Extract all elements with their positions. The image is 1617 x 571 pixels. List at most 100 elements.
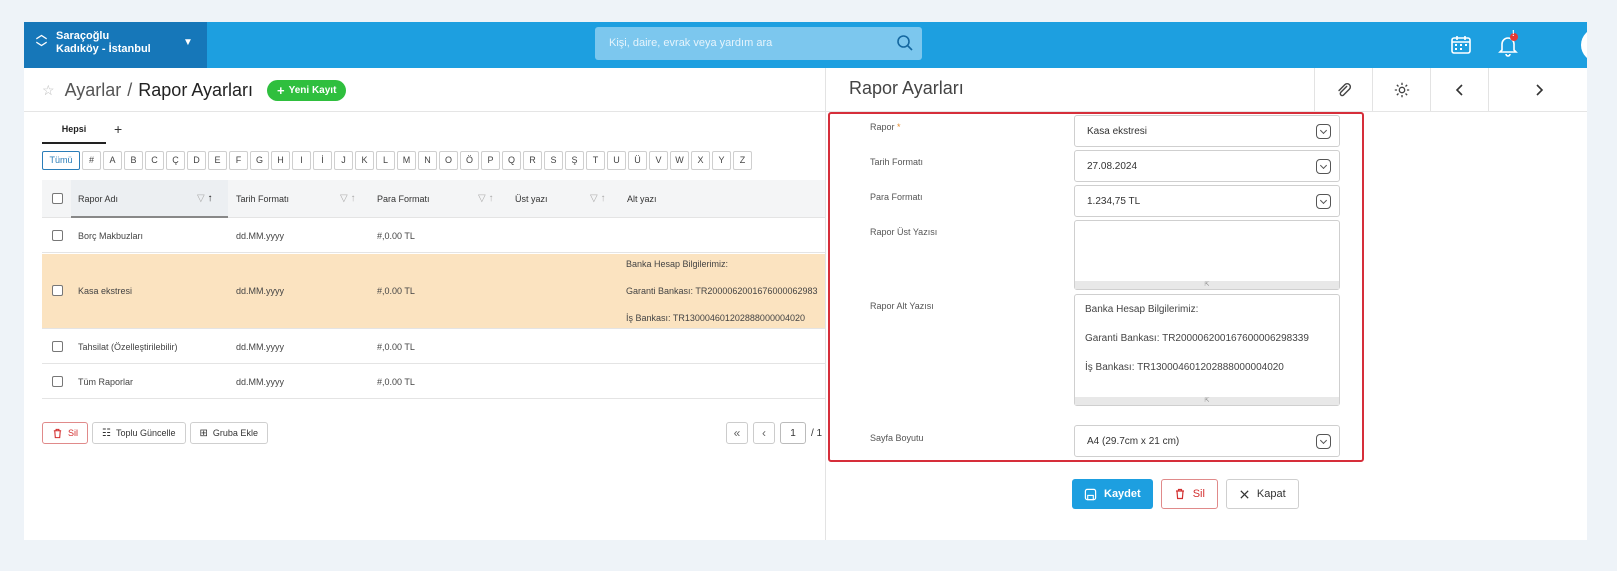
- letter-filter-item[interactable]: L: [376, 151, 395, 170]
- letter-filter-item[interactable]: F: [229, 151, 248, 170]
- footer-line: İş Bankası: TR130004601202888000004020: [1085, 362, 1284, 373]
- row-checkbox[interactable]: [52, 376, 63, 387]
- letter-filter-item[interactable]: B: [124, 151, 143, 170]
- letter-filter-item[interactable]: H: [271, 151, 290, 170]
- table-row-selected[interactable]: Kasa ekstresi dd.MM.yyyy #,0.00 TL Banka…: [42, 254, 850, 329]
- row-checkbox[interactable]: [52, 285, 63, 296]
- search-box[interactable]: Kişi, daire, evrak veya yardım ara: [595, 27, 922, 60]
- letter-filter-item[interactable]: C: [145, 151, 164, 170]
- bulk-action-bar: Sil ☷ Toplu Güncelle ⊞ Gruba Ekle: [42, 422, 272, 444]
- breadcrumb-parent[interactable]: Ayarlar: [65, 80, 122, 101]
- sort-icon[interactable]: ↑: [600, 193, 605, 204]
- letter-filter-item[interactable]: O: [439, 151, 458, 170]
- bell-icon[interactable]: [1496, 33, 1520, 57]
- tab-all[interactable]: Hepsi: [42, 120, 106, 144]
- sort-asc-icon[interactable]: ↑: [207, 193, 212, 204]
- letter-filter-item[interactable]: Z: [733, 151, 752, 170]
- filter-sort-icons[interactable]: ▽ ↑: [590, 180, 605, 217]
- bulk-update-button[interactable]: ☷ Toplu Güncelle: [92, 422, 186, 444]
- table-row[interactable]: Tahsilat (Özelleştirilebilir) dd.MM.yyyy…: [42, 330, 850, 364]
- delete-button[interactable]: Sil: [42, 422, 89, 444]
- letter-filter-item[interactable]: E: [208, 151, 227, 170]
- column-header-date[interactable]: Tarih Formatı: [236, 180, 289, 217]
- star-icon[interactable]: ☆: [42, 82, 55, 99]
- pagination: « ‹ 1 / 1: [726, 422, 822, 444]
- prev-page-button[interactable]: ‹: [753, 422, 775, 444]
- sort-icon[interactable]: ↑: [488, 193, 493, 204]
- settings-button[interactable]: [1372, 68, 1430, 112]
- letter-filter-item[interactable]: Ö: [460, 151, 479, 170]
- letter-filter-item[interactable]: A: [103, 151, 122, 170]
- filter-icon[interactable]: ▽: [197, 193, 205, 204]
- letter-filter-item[interactable]: N: [418, 151, 437, 170]
- money-format-select[interactable]: 1.234,75 TL: [1074, 185, 1340, 217]
- add-tab-button[interactable]: +: [114, 120, 122, 138]
- page-input[interactable]: 1: [780, 422, 806, 444]
- page-size-select[interactable]: A4 (29.7cm x 21 cm): [1074, 425, 1340, 457]
- letter-filter-item[interactable]: U: [607, 151, 626, 170]
- letter-filter-item[interactable]: P: [481, 151, 500, 170]
- letter-filter-item[interactable]: S: [544, 151, 563, 170]
- column-header-money[interactable]: Para Formatı: [377, 180, 430, 217]
- filter-icon[interactable]: ▽: [590, 193, 598, 204]
- first-page-button[interactable]: «: [726, 422, 748, 444]
- date-format-select[interactable]: 27.08.2024: [1074, 150, 1340, 182]
- letter-filter-item[interactable]: G: [250, 151, 269, 170]
- letter-filter-item[interactable]: R: [523, 151, 542, 170]
- filter-icon[interactable]: ▽: [340, 193, 348, 204]
- resize-handle[interactable]: ⇱: [1075, 397, 1339, 405]
- search-icon[interactable]: [896, 34, 914, 52]
- filter-sort-icons[interactable]: ▽ ↑: [197, 180, 212, 217]
- company-selector[interactable]: ︿ ﹀ Saraçoğlu Kadıköy - İstanbul ▼: [24, 22, 207, 68]
- top-bar: ︿ ﹀ Saraçoğlu Kadıköy - İstanbul ▼ Kişi, …: [24, 22, 1587, 68]
- letter-filter-item[interactable]: Ü: [628, 151, 647, 170]
- letter-filter-item[interactable]: T: [586, 151, 605, 170]
- resize-handle[interactable]: ⇱: [1075, 281, 1339, 289]
- letter-filter-item[interactable]: Q: [502, 151, 521, 170]
- avatar[interactable]: [1581, 28, 1587, 62]
- letter-filter-item[interactable]: Y: [712, 151, 731, 170]
- prev-record-button[interactable]: [1430, 68, 1488, 112]
- letter-filter-item[interactable]: V: [649, 151, 668, 170]
- group-icon: ⊞: [199, 427, 208, 439]
- filter-sort-icons[interactable]: ▽ ↑: [478, 180, 493, 217]
- letter-filter-item[interactable]: Ş: [565, 151, 584, 170]
- letter-filter-item[interactable]: İ: [313, 151, 332, 170]
- column-header-header-text[interactable]: Üst yazı: [515, 180, 548, 217]
- report-settings-form: Rapor * Kasa ekstresi Tarih Formatı 27.0…: [828, 112, 1364, 462]
- delete-record-button[interactable]: Sil: [1160, 479, 1218, 509]
- next-record-button[interactable]: [1488, 68, 1587, 112]
- letter-filter-item[interactable]: Ç: [166, 151, 185, 170]
- column-header-footer-text[interactable]: Alt yazı: [627, 180, 657, 217]
- table-row[interactable]: Borç Makbuzları dd.MM.yyyy #,0.00 TL: [42, 219, 850, 253]
- row-checkbox[interactable]: [52, 341, 63, 352]
- letter-filter-item[interactable]: D: [187, 151, 206, 170]
- attachment-button[interactable]: [1314, 68, 1372, 112]
- header-text-area[interactable]: ⇱: [1074, 220, 1340, 290]
- cell-name: Tüm Raporlar: [78, 376, 134, 387]
- letter-filter-all[interactable]: Tümü: [42, 151, 80, 170]
- letter-filter-item[interactable]: K: [355, 151, 374, 170]
- panel-title: Rapor Ayarları: [849, 78, 964, 98]
- trash-icon: [53, 428, 62, 438]
- table-row[interactable]: Tüm Raporlar dd.MM.yyyy #,0.00 TL: [42, 365, 850, 399]
- select-all-checkbox[interactable]: [52, 193, 63, 204]
- letter-filter-item[interactable]: J: [334, 151, 353, 170]
- letter-filter-item[interactable]: M: [397, 151, 416, 170]
- letter-filter-item[interactable]: I: [292, 151, 311, 170]
- sort-icon[interactable]: ↑: [350, 193, 355, 204]
- calendar-icon[interactable]: [1449, 33, 1473, 57]
- close-button[interactable]: Kapat: [1225, 479, 1299, 509]
- column-header-name[interactable]: Rapor Adı: [78, 180, 118, 217]
- add-group-button[interactable]: ⊞ Gruba Ekle: [189, 422, 268, 444]
- save-button[interactable]: Kaydet: [1072, 479, 1153, 509]
- letter-filter-item[interactable]: W: [670, 151, 689, 170]
- filter-sort-icons[interactable]: ▽ ↑: [340, 180, 355, 217]
- report-select[interactable]: Kasa ekstresi: [1074, 115, 1340, 147]
- new-record-button[interactable]: + Yeni Kayıt: [267, 79, 347, 101]
- row-checkbox[interactable]: [52, 230, 63, 241]
- footer-text-area[interactable]: Banka Hesap Bilgilerimiz: Garanti Bankas…: [1074, 294, 1340, 406]
- letter-filter-item[interactable]: X: [691, 151, 710, 170]
- filter-icon[interactable]: ▽: [478, 193, 486, 204]
- letter-filter-item[interactable]: #: [82, 151, 101, 170]
